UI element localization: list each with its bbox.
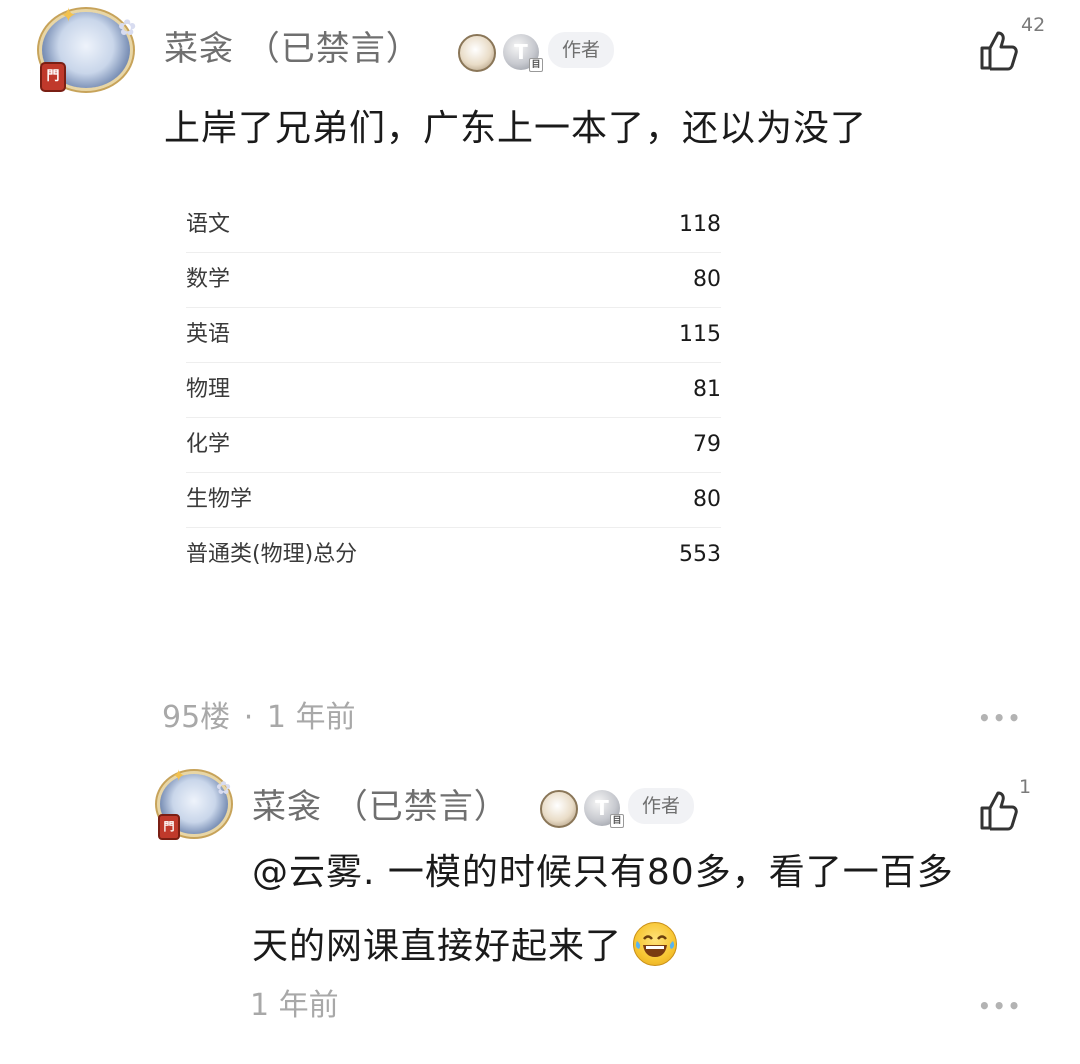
- table-row: 化学 79: [186, 418, 721, 473]
- level-badge-icon: T目: [584, 790, 624, 828]
- reply-time: 1 年前: [250, 988, 339, 1023]
- post-time: 1 年前: [266, 700, 356, 735]
- reply-text-line1: @云雾. 一模的时候只有80多，看了一百多: [252, 852, 954, 893]
- subject-score: 80: [693, 267, 721, 292]
- table-row: 英语 115: [186, 308, 721, 363]
- subject-name: 生物学: [186, 487, 253, 512]
- reply-username[interactable]: 菜衾 （已禁言）: [252, 784, 509, 830]
- thumbs-up-icon[interactable]: [976, 788, 1020, 832]
- subject-name: 化学: [186, 432, 231, 457]
- flower-decoration-icon: ✿: [118, 16, 137, 41]
- reply-like-count: 1: [1019, 776, 1032, 798]
- grinning-tears-emoji: [633, 922, 678, 966]
- level-badge-icon: T目: [503, 34, 543, 72]
- star-decoration-icon: ✦: [172, 766, 186, 785]
- table-row: 生物学 80: [186, 473, 721, 528]
- author-tag: 作者: [628, 788, 694, 824]
- table-row: 数学 80: [186, 253, 721, 308]
- subject-name: 语文: [186, 212, 231, 237]
- subject-score: 118: [679, 212, 721, 237]
- meta-separator: ·: [243, 700, 254, 735]
- subject-score: 79: [693, 432, 721, 457]
- subject-score: 115: [679, 322, 721, 347]
- subject-score: 553: [679, 542, 721, 567]
- character-decoration-icon: [458, 34, 496, 72]
- author-tag: 作者: [548, 32, 614, 68]
- subject-name: 英语: [186, 322, 231, 347]
- subject-score: 80: [693, 487, 721, 512]
- floor-number: 95楼: [162, 700, 231, 735]
- flower-decoration-icon: ✿: [216, 778, 232, 799]
- subject-name: 物理: [186, 377, 231, 402]
- reply-text-line2: 天的网课直接好起来了: [252, 926, 623, 967]
- more-dots-icon[interactable]: •••: [978, 706, 1022, 730]
- reply-text-line2-wrap: 天的网课直接好起来了: [252, 922, 678, 972]
- thumbs-up-icon[interactable]: [976, 28, 1020, 72]
- more-dots-icon[interactable]: •••: [978, 994, 1022, 1018]
- subject-score: 81: [693, 377, 721, 402]
- character-decoration-icon: [540, 790, 578, 828]
- subject-name: 数学: [186, 267, 231, 292]
- subject-name: 普通类(物理)总分: [186, 542, 358, 567]
- table-row: 普通类(物理)总分 553: [186, 528, 721, 582]
- score-table: 语文 118 数学 80 英语 115 物理 81 化学 79 生物学 80 普…: [186, 198, 721, 582]
- table-row: 语文 118: [186, 198, 721, 253]
- avatar-badge: 門: [158, 814, 180, 840]
- post-meta: 95楼 · 1 年前: [162, 698, 355, 738]
- star-decoration-icon: ✦: [60, 3, 77, 27]
- like-count: 42: [1021, 14, 1046, 36]
- post-text: 上岸了兄弟们，广东上一本了，还以为没了: [164, 108, 868, 149]
- username[interactable]: 菜衾 （已禁言）: [164, 26, 421, 72]
- table-row: 物理 81: [186, 363, 721, 418]
- avatar-badge: 門: [40, 62, 66, 92]
